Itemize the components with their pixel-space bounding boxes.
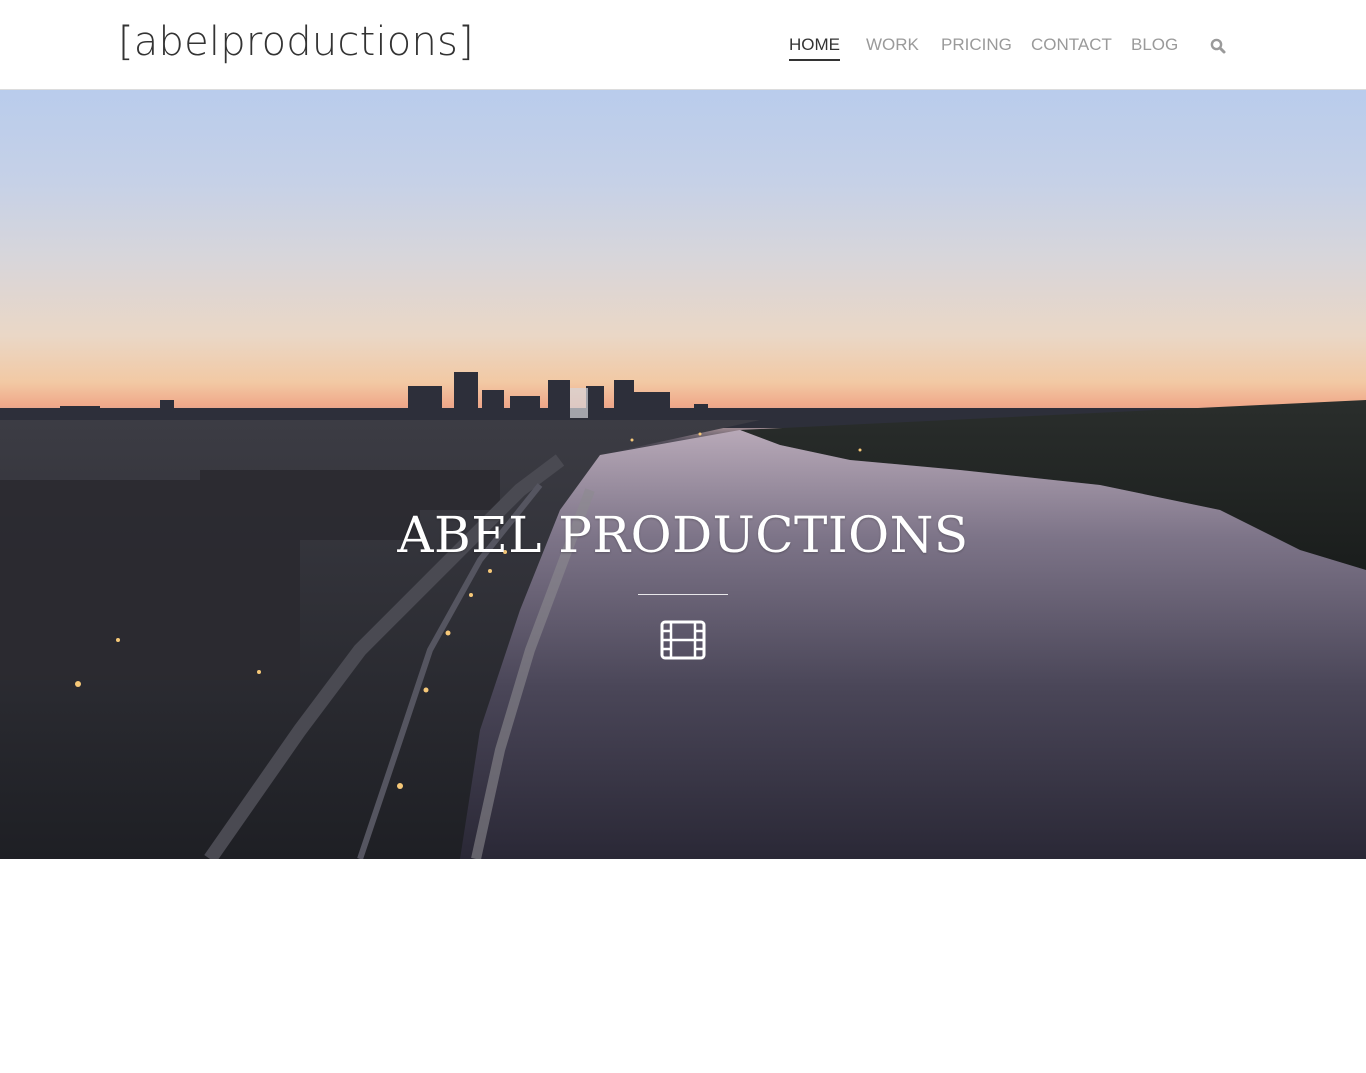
hero-title: ABEL PRODUCTIONS [397,506,969,564]
nav-item-pricing[interactable]: PRICING [941,33,1012,59]
nav-item-blog[interactable]: BLOG [1131,33,1178,59]
search-icon [1210,38,1226,54]
site-logo[interactable]: [abelproductions] [118,16,474,68]
film-icon [660,620,706,660]
hero-background-image [0,372,1366,859]
hero-banner: ABEL PRODUCTIONS [0,90,1366,859]
nav-item-work[interactable]: WORK [866,33,919,59]
hero-divider [638,594,728,595]
nav-item-contact[interactable]: CONTACT [1031,33,1112,59]
search-button[interactable] [1209,37,1227,55]
site-header: [abelproductions] HOME WORK PRICING CONT… [0,0,1366,90]
nav-item-home[interactable]: HOME [789,33,840,61]
